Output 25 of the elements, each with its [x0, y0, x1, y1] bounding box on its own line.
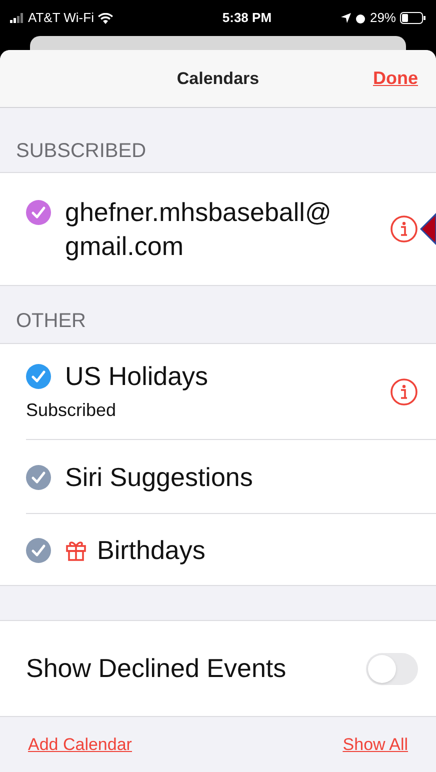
checkmark-icon[interactable]: [26, 538, 51, 562]
section-header: OTHER: [16, 310, 86, 332]
checkmark-icon[interactable]: [26, 464, 51, 490]
done-link[interactable]: Done: [373, 65, 418, 92]
calendar-name[interactable]: US Holidays: [65, 359, 208, 393]
battery-icon: [400, 12, 426, 24]
signal-icon: [10, 13, 24, 23]
gift-icon: [65, 538, 87, 560]
setting-label: Show Declined Events: [26, 652, 286, 685]
checkmark-icon[interactable]: [26, 364, 51, 389]
info-icon[interactable]: [390, 378, 418, 406]
clock-time: 5:38 PM: [222, 9, 272, 28]
location-icon: [340, 13, 351, 23]
info-icon[interactable]: [390, 215, 418, 243]
pointer-arrow: [420, 213, 436, 245]
carrier-name: AT&T Wi-Fi: [28, 9, 94, 28]
checkmark-icon[interactable]: [26, 200, 51, 225]
calendar-subtitle: Subscribed: [26, 399, 118, 422]
section-header: SUBSCRIBED: [16, 140, 146, 162]
wifi-icon: [98, 12, 113, 24]
sheet-title: Calendars: [176, 68, 260, 90]
toggle-switch[interactable]: [366, 652, 418, 684]
calendar-name[interactable]: Siri Suggestions: [65, 460, 253, 494]
battery-percent: 29%: [370, 9, 396, 28]
calendar-name[interactable]: Birthdays: [97, 532, 206, 566]
